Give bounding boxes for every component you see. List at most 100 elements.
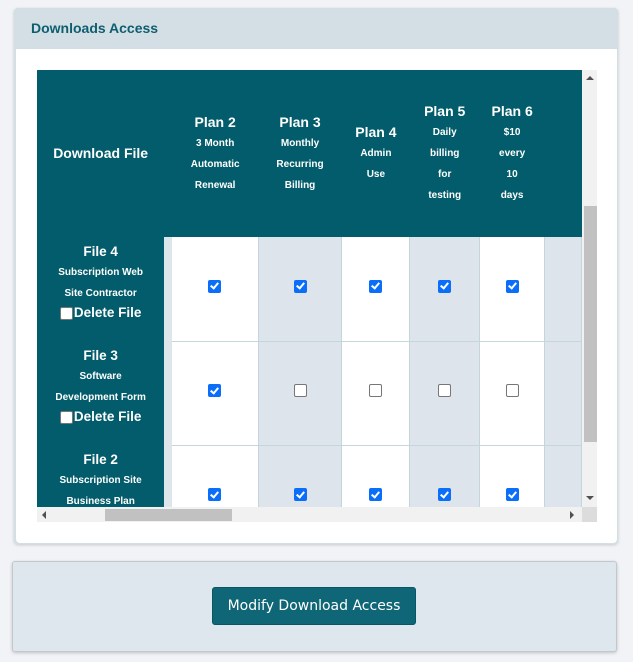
- scrollbar-corner: [582, 507, 597, 522]
- file-row-header: File 3 Software Development Form Delete Fil…: [37, 341, 165, 445]
- file-description-line: Subscription Site: [59, 475, 142, 486]
- plan-access-checkbox[interactable]: [208, 279, 222, 293]
- overflow-cell: [544, 237, 582, 342]
- plan-access-checkbox[interactable]: [369, 488, 383, 501]
- access-cell: [341, 341, 411, 446]
- plan-access-checkbox[interactable]: [505, 488, 519, 501]
- access-cell: [172, 341, 259, 446]
- download-file-header: Download File: [37, 70, 165, 237]
- plan-description-line: Recurring: [276, 158, 324, 170]
- plan-access-checkbox[interactable]: [293, 384, 307, 397]
- access-cell: [479, 445, 546, 507]
- access-cell: [341, 445, 411, 507]
- file-row-header: File 4 Subscription Web Site Contractor Del…: [37, 237, 165, 341]
- plan-access-checkbox[interactable]: [438, 488, 452, 501]
- file-description-line: Business Plan: [66, 496, 135, 507]
- scroll-right-arrow-icon[interactable]: [570, 511, 574, 519]
- table-viewport: Download File Plan 2 3 Month Automatic Rene…: [37, 70, 582, 507]
- vertical-scrollbar[interactable]: [582, 70, 597, 507]
- plan-access-checkbox[interactable]: [505, 384, 519, 397]
- plan-column-header: Plan 5 Daily billing for testing: [409, 70, 480, 237]
- access-cell: [258, 341, 343, 446]
- delete-file-label: Delete File: [73, 409, 142, 424]
- download-file-header-label: Download File: [53, 144, 149, 161]
- horizontal-scrollbar[interactable]: [37, 507, 582, 522]
- plan-name: Plan 6: [491, 103, 533, 119]
- access-cell: [479, 237, 546, 342]
- modify-download-access-button[interactable]: Modify Download Access: [212, 587, 416, 625]
- file-description-line: Software: [79, 371, 122, 382]
- plan-description-line: Daily: [432, 127, 457, 138]
- access-cell: [172, 237, 259, 342]
- actions-card: Modify Download Access: [12, 561, 617, 652]
- plan-description-line: Renewal: [194, 179, 236, 191]
- plan-description-line: testing: [428, 190, 462, 201]
- delete-file-checkbox[interactable]: Delete File: [59, 408, 142, 426]
- access-cell: [409, 445, 481, 507]
- delete-file-checkbox-box[interactable]: [59, 306, 73, 320]
- plan-description-line: Use: [366, 169, 386, 180]
- access-cell: [258, 237, 343, 342]
- file-row: File 3 Software Development Form Delete Fil…: [37, 341, 582, 446]
- plan-description-line: 10: [506, 169, 518, 180]
- scroll-down-arrow-icon[interactable]: [586, 496, 594, 500]
- plan-column-header: Plan 4 Admin Use: [341, 70, 410, 237]
- plan-name: Plan 4: [355, 124, 397, 140]
- plan-access-checkbox[interactable]: [505, 279, 519, 293]
- plan-access-checkbox[interactable]: [438, 384, 452, 397]
- file-row: File 4 Subscription Web Site Contractor Del…: [37, 237, 582, 342]
- plan-description-line: days: [500, 190, 524, 201]
- plan-column-header: Plan 3 Monthly Recurring Billing: [258, 70, 342, 237]
- plan-description-line: for: [438, 169, 452, 180]
- delete-file-checkbox-box[interactable]: [59, 410, 73, 424]
- plan-description-line: Admin: [360, 148, 392, 159]
- access-cell: [409, 237, 481, 342]
- plan-name: Plan 5: [424, 103, 466, 119]
- row-gutter: [164, 341, 173, 445]
- access-cell: [258, 445, 343, 507]
- overflow-cell: [544, 445, 582, 507]
- overflow-cell: [544, 341, 582, 446]
- horizontal-scroll-thumb[interactable]: [105, 509, 232, 521]
- file-name: File 2: [83, 452, 118, 467]
- plan-access-checkbox[interactable]: [293, 279, 307, 293]
- plan-description-line: Monthly: [280, 137, 320, 149]
- plan-description-line: billing: [429, 148, 460, 159]
- plan-description-line: Billing: [284, 179, 316, 191]
- file-description-line: Site Contractor: [64, 288, 137, 299]
- row-gutter: [164, 237, 173, 341]
- downloads-access-card: Downloads Access Download File Plan 2 3 …: [14, 8, 618, 544]
- plan-access-checkbox[interactable]: [369, 279, 383, 293]
- plan-name: Plan 3: [279, 113, 321, 130]
- file-description-line: Development Form: [55, 392, 146, 403]
- plan-column-header: Plan 6 $10 every 10 days: [479, 70, 545, 237]
- access-cell: [409, 341, 481, 446]
- access-cell: [341, 237, 411, 342]
- header-spacer: [164, 70, 173, 237]
- plan-description-line: $10: [503, 127, 521, 138]
- plan-access-checkbox[interactable]: [369, 384, 383, 397]
- file-row-header: File 2Subscription SiteBusiness PlanDele…: [37, 445, 165, 507]
- access-cell: [479, 341, 546, 446]
- vertical-scroll-thumb[interactable]: [584, 206, 597, 442]
- plan-access-checkbox[interactable]: [293, 488, 307, 501]
- plan-access-checkbox[interactable]: [208, 384, 222, 397]
- card-body: Download File Plan 2 3 Month Automatic Rene…: [16, 49, 617, 543]
- delete-file-checkbox[interactable]: Delete File: [59, 304, 142, 322]
- scroll-left-arrow-icon[interactable]: [42, 511, 46, 519]
- card-title: Downloads Access: [31, 20, 159, 36]
- overflow-column-header: [544, 70, 582, 237]
- row-gutter: [164, 445, 173, 507]
- file-description-line: Subscription Web: [58, 267, 144, 278]
- plan-description-line: every: [499, 148, 526, 159]
- access-cell: [172, 445, 259, 507]
- plan-access-checkbox[interactable]: [438, 279, 452, 293]
- access-table-scroll-area[interactable]: Download File Plan 2 3 Month Automatic Rene…: [37, 70, 597, 522]
- plan-column-header: Plan 2 3 Month Automatic Renewal: [172, 70, 259, 237]
- delete-file-label: Delete File: [73, 305, 142, 320]
- plan-description-line: 3 Month: [196, 137, 235, 149]
- download-access-table: Download File Plan 2 3 Month Automatic Rene…: [37, 70, 582, 507]
- plan-access-checkbox[interactable]: [208, 488, 222, 501]
- plan-description-line: Automatic: [190, 158, 240, 170]
- scroll-up-arrow-icon[interactable]: [586, 76, 594, 80]
